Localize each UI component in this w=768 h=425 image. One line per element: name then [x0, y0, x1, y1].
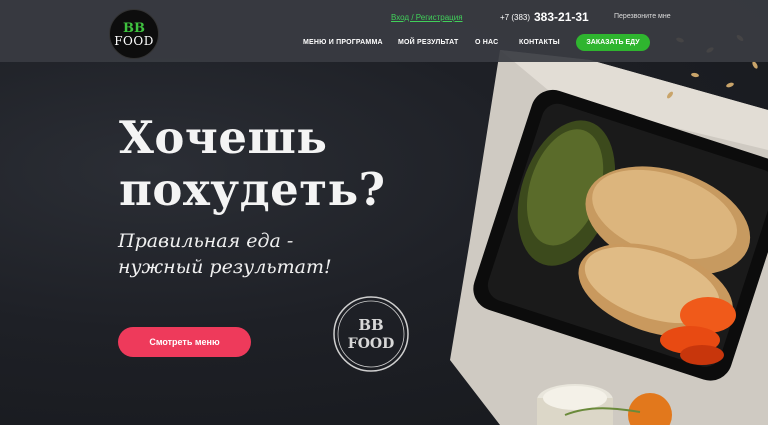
hero-subtitle: Правильная еда - нужный результат!	[118, 228, 378, 280]
logo-line1: BB	[123, 20, 145, 36]
site-header: BB FOOD Вход / Регистрация +7 (383) 383-…	[0, 0, 768, 62]
logo-line2: FOOD	[114, 33, 154, 48]
hero-subtitle-line2: нужный результат!	[118, 256, 332, 278]
hero-title: Хочешь похудеть?	[119, 112, 439, 216]
hero-subtitle-line1: Правильная еда -	[118, 230, 294, 252]
view-menu-button[interactable]: Смотреть меню	[118, 327, 251, 357]
stamp-line2: FOOD	[348, 336, 394, 352]
nav-contacts[interactable]: КОНТАКТЫ	[519, 39, 560, 46]
hero-title-line1: Хочешь	[119, 111, 328, 164]
hero-title-line2: похудеть?	[119, 163, 386, 216]
nav-about[interactable]: О НАС	[475, 39, 498, 46]
brand-logo[interactable]: BB FOOD	[109, 9, 159, 59]
nav-my-result[interactable]: МОЙ РЕЗУЛЬТАТ	[398, 39, 458, 46]
phone-number[interactable]: 383-21-31	[534, 10, 589, 24]
login-register-link[interactable]: Вход / Регистрация	[391, 13, 463, 22]
stamp-line1: BB	[358, 316, 383, 334]
callback-link[interactable]: Перезвоните мне	[614, 13, 671, 20]
bbfood-stamp: BB FOOD	[333, 296, 409, 372]
order-food-button[interactable]: ЗАКАЗАТЬ ЕДУ	[576, 34, 650, 51]
nav-menu-program[interactable]: МЕНЮ И ПРОГРАММА	[303, 39, 383, 46]
phone-prefix: +7 (383)	[500, 13, 531, 22]
